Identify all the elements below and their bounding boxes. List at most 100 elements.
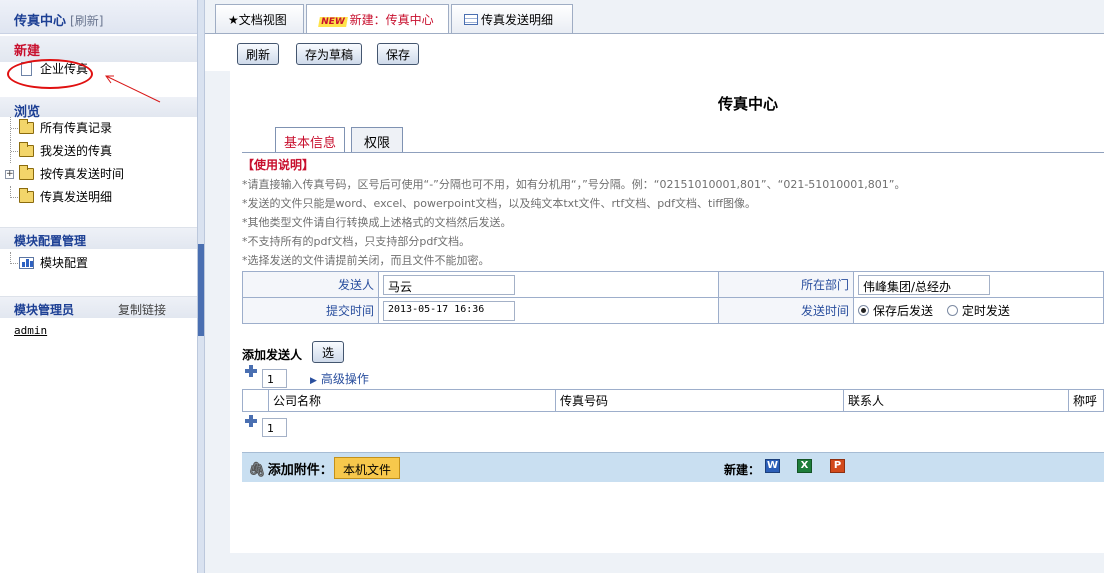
sidebar-item-by-send-time[interactable]: + 按传真发送时间 <box>0 163 197 186</box>
attachment-bar: 🖇 添加附件： 本机文件 新建： W X P <box>242 452 1104 482</box>
powerpoint-icon[interactable]: P <box>830 459 845 473</box>
radio-unchecked-icon <box>946 305 958 316</box>
radio-scheduled-send[interactable]: 定时发送 <box>946 304 1010 318</box>
tab-label: 传真发送明细 <box>481 13 554 27</box>
sidebar-item-fax-send-details[interactable]: 传真发送明细 <box>0 186 197 209</box>
submit-time-cell: 2013-05-17 16:36 <box>378 297 719 324</box>
expand-icon[interactable]: + <box>5 170 14 179</box>
sidebar-item-label: 按传真发送时间 <box>40 167 125 181</box>
sender-input[interactable]: 马云 <box>383 274 515 295</box>
main-area: ★文档视图 NEW 新建：传真中心 传真发送明细 刷新 存为草稿 保存 传真中心 … <box>205 0 1104 573</box>
refresh-button[interactable]: 刷新 <box>237 43 280 65</box>
radio-label: 保存后发送 <box>873 304 934 318</box>
department-cell: 伟峰集团/总经办 <box>853 271 1104 298</box>
tree-line <box>11 128 18 129</box>
fax-info-table: 发送人 马云 所在部门 伟峰集团/总经办 提交时间 2013-05-17 16:… <box>242 271 1104 324</box>
form-panel: 传真中心 基本信息 权限 【使用说明】 *请直接输入传真号码，区号后可使用“-”… <box>230 71 1104 553</box>
send-time-label: 发送时间 <box>718 297 854 324</box>
folder-icon <box>19 188 34 203</box>
section-admin-title: 模块管理员 <box>14 303 75 317</box>
highlight-oval <box>7 59 93 89</box>
instruction-line: *发送的文件只能是word、excel、powerpoint文档，以及纯文本tx… <box>242 197 756 210</box>
instruction-line: *选择发送的文件请提前关闭，而且文件不能加密。 <box>242 254 490 267</box>
sidebar-item-all-fax-records[interactable]: 所有传真记录 <box>0 117 197 140</box>
sender-cell: 马云 <box>378 271 719 298</box>
paperclip-icon: 🖇 <box>248 462 266 478</box>
word-icon[interactable]: W <box>765 459 780 473</box>
radio-send-after-save[interactable]: 保存后发送 <box>858 304 933 318</box>
document-tabbar: ★文档视图 NEW 新建：传真中心 传真发送明细 <box>215 4 575 34</box>
select-recipient-button[interactable]: 选 <box>312 341 344 363</box>
folder-icon <box>19 119 34 134</box>
tree-line <box>11 151 18 152</box>
tab-basic-info[interactable]: 基本信息 <box>275 127 345 153</box>
instruction-line: *请直接输入传真号码，区号后可使用“-”分隔也可不用，如有分机用“，”号分隔。例… <box>242 178 906 191</box>
header-cell-empty <box>242 389 269 412</box>
sidebar-item-label: 所有传真记录 <box>40 121 113 135</box>
send-time-cell: 保存后发送 定时发送 <box>853 297 1104 324</box>
highlight-arrow-icon <box>105 75 161 103</box>
advanced-operations-link[interactable]: 高级操作 <box>310 370 369 387</box>
submit-time-label: 提交时间 <box>242 297 379 324</box>
tab-permissions[interactable]: 权限 <box>351 127 403 153</box>
recipient-table: 公司名称 传真号码 联系人 称呼 <box>242 389 1104 412</box>
tab-fax-send-details[interactable]: 传真发送明细 <box>451 4 573 33</box>
folder-icon <box>19 142 34 157</box>
tree-line <box>11 197 18 198</box>
chart-icon <box>19 257 34 269</box>
table-icon <box>464 14 478 25</box>
toolbar: 刷新 存为草稿 保存 <box>205 33 1104 71</box>
table-header-row: 公司名称 传真号码 联系人 称呼 <box>242 389 1104 412</box>
department-label: 所在部门 <box>718 271 854 298</box>
copy-link[interactable]: 复制链接 <box>118 301 166 318</box>
column-header: 称呼 <box>1068 389 1104 412</box>
sidebar-item-label: 传真发送明细 <box>40 190 113 204</box>
attachment-label-wrap: 🖇 添加附件： <box>248 459 333 478</box>
sidebar-header: 传真中心 [刷新] <box>0 0 197 34</box>
radio-label: 定时发送 <box>961 304 1010 318</box>
save-draft-button[interactable]: 存为草稿 <box>296 43 363 65</box>
column-header: 公司名称 <box>268 389 556 412</box>
add-row-plus-icon[interactable] <box>245 365 257 377</box>
excel-icon[interactable]: X <box>797 459 812 473</box>
sidebar-refresh-link[interactable]: [刷新] <box>70 14 103 28</box>
sidebar-item-module-config[interactable]: 模块配置 <box>0 252 197 275</box>
radio-checked-icon <box>858 305 869 316</box>
row-count-input[interactable]: 1 <box>262 369 287 388</box>
section-browse: 浏览 <box>0 97 197 120</box>
section-module-config: 模块配置管理 <box>0 227 197 249</box>
tab-new-fax-center[interactable]: NEW 新建：传真中心 <box>306 4 449 34</box>
tab-document-view[interactable]: ★文档视图 <box>215 4 304 33</box>
sidebar-item-my-sent-fax[interactable]: 我发送的传真 <box>0 140 197 163</box>
local-file-button[interactable]: 本机文件 <box>334 457 401 479</box>
folder-icon <box>19 165 34 180</box>
sender-label: 发送人 <box>242 271 379 298</box>
section-module-admin: 模块管理员 复制链接 <box>0 296 197 318</box>
column-header: 联系人 <box>843 389 1069 412</box>
department-input[interactable]: 伟峰集团/总经办 <box>858 274 990 295</box>
tree-line <box>11 263 18 264</box>
submit-time-input[interactable]: 2013-05-17 16:36 <box>383 300 515 321</box>
add-recipient-label: 添加发送人 <box>242 348 303 362</box>
column-header: 传真号码 <box>555 389 844 412</box>
attachment-label: 添加附件： <box>267 463 333 478</box>
sidebar-item-label: 模块配置 <box>40 256 89 270</box>
collapse-handle[interactable] <box>198 244 204 336</box>
instruction-line: *其他类型文件请自行转换成上述格式的文档然后发送。 <box>242 216 512 229</box>
tab-label: ★文档视图 <box>228 13 287 27</box>
add-row-plus-icon[interactable] <box>245 415 257 427</box>
sidebar-item-label: 我发送的传真 <box>40 144 113 158</box>
sidebar-title: 传真中心 <box>14 14 67 29</box>
save-button[interactable]: 保存 <box>377 43 420 65</box>
row-count-input[interactable]: 1 <box>262 418 287 437</box>
new-document-label: 新建： <box>724 463 761 477</box>
new-badge-icon: NEW <box>318 17 348 27</box>
sidebar: 传真中心 [刷新] 新建 企业传真 浏览 所有传真记录 我发送的传真 + 按传真发… <box>0 0 197 573</box>
admin-user-link[interactable]: admin <box>0 318 197 337</box>
page-title: 传真中心 <box>718 95 779 113</box>
tab-label: 新建：传真中心 <box>349 13 434 27</box>
instructions: 【使用说明】 *请直接输入传真号码，区号后可使用“-”分隔也可不用，如有分机用“… <box>242 156 1104 270</box>
instructions-title: 【使用说明】 <box>242 158 315 172</box>
instruction-line: *不支持所有的pdf文档，只支持部分pdf文档。 <box>242 235 471 248</box>
sidebar-splitter[interactable] <box>197 0 205 573</box>
